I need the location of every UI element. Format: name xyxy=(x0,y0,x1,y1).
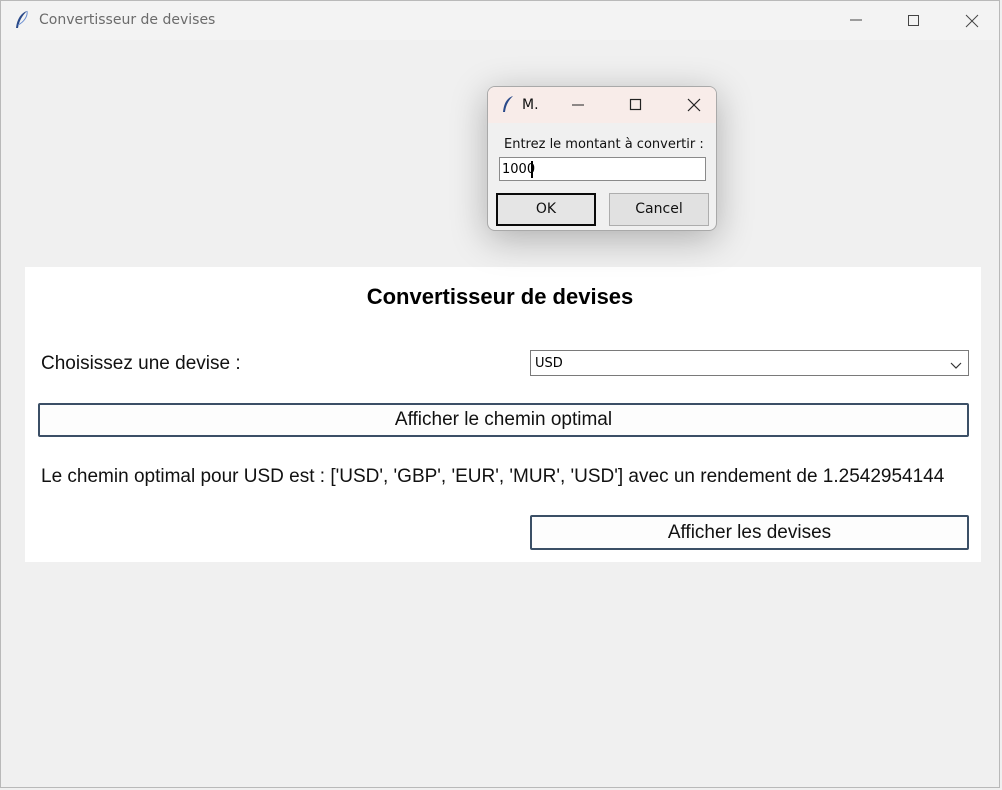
dialog-close-button[interactable] xyxy=(668,87,716,123)
maximize-icon xyxy=(908,15,919,26)
currency-select[interactable]: USD xyxy=(530,350,969,376)
currency-label: Choisissez une devise : xyxy=(41,353,241,374)
dialog-title-bar[interactable]: M. xyxy=(488,87,716,123)
minimize-icon xyxy=(850,19,862,21)
show-optimal-path-button[interactable]: Afficher le chemin optimal xyxy=(38,403,969,437)
result-text: Le chemin optimal pour USD est : ['USD',… xyxy=(41,466,945,487)
close-icon xyxy=(687,98,701,112)
minimize-button[interactable] xyxy=(827,1,885,40)
title-bar[interactable]: Convertisseur de devises xyxy=(1,1,999,40)
close-icon xyxy=(965,14,979,28)
page-title: Convertisseur de devises xyxy=(366,284,634,309)
window-title: Convertisseur de devises xyxy=(39,12,216,28)
feather-icon xyxy=(500,95,516,118)
feather-icon xyxy=(13,10,31,30)
cancel-button[interactable]: Cancel xyxy=(609,193,709,226)
maximize-button[interactable] xyxy=(885,1,943,40)
currency-select-value: USD xyxy=(535,356,563,371)
dialog-maximize-button[interactable] xyxy=(610,87,660,123)
show-currencies-button[interactable]: Afficher les devises xyxy=(530,515,969,550)
chevron-down-icon xyxy=(950,359,962,374)
amount-dialog: M. Entrez le montant à convertir : OK Ca… xyxy=(487,86,717,231)
dialog-minimize-button[interactable] xyxy=(552,87,602,123)
minimize-icon xyxy=(572,104,584,106)
amount-prompt: Entrez le montant à convertir : xyxy=(504,137,704,152)
dialog-title: M. xyxy=(522,97,539,113)
text-caret xyxy=(531,161,533,178)
ok-button[interactable]: OK xyxy=(496,193,596,226)
close-button[interactable] xyxy=(943,1,1001,40)
maximize-icon xyxy=(629,98,642,111)
